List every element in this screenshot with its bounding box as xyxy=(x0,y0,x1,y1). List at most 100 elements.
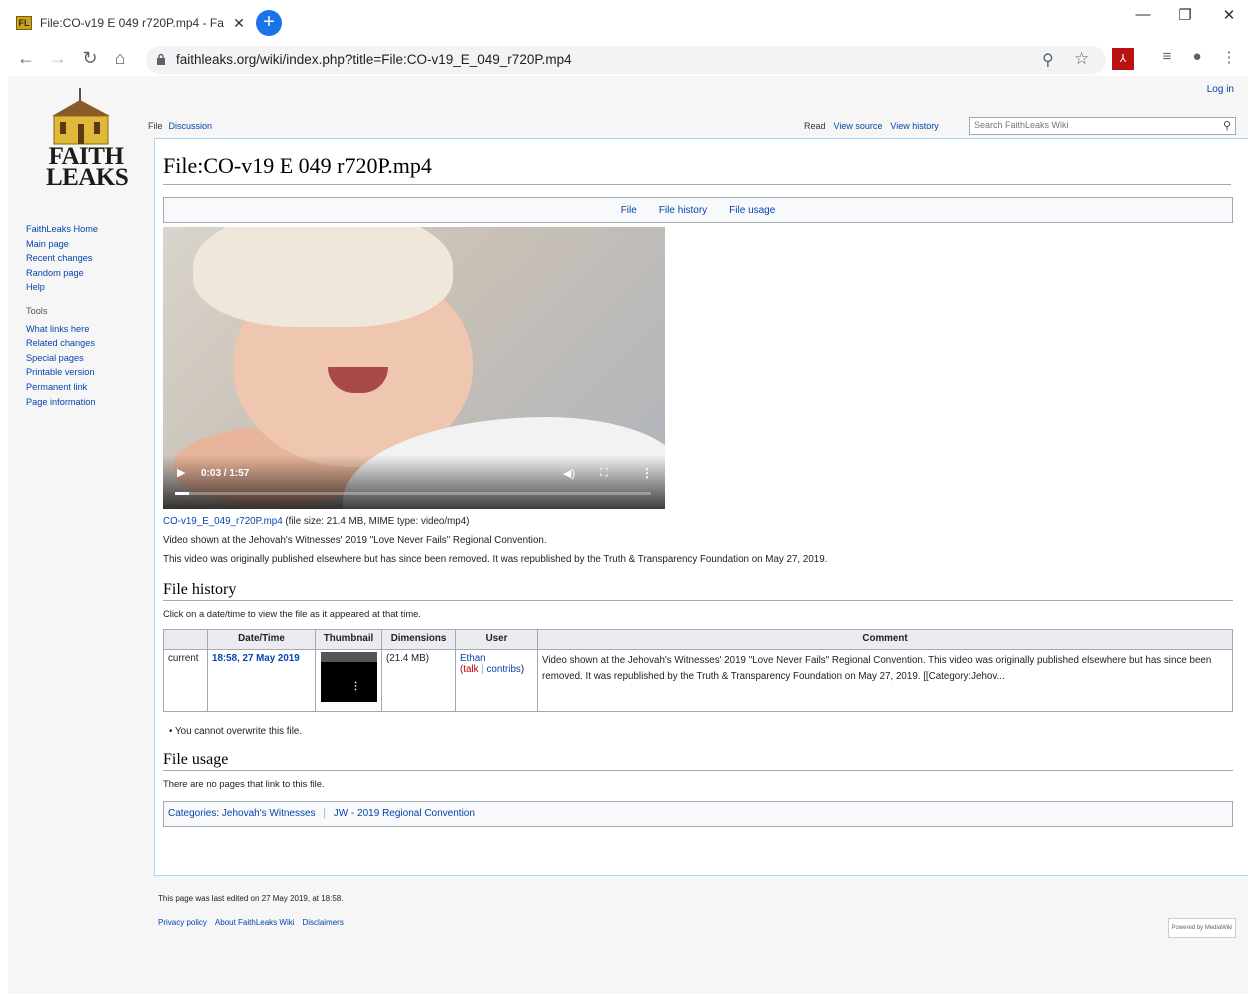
categories-label[interactable]: Categories xyxy=(168,808,216,819)
overwrite-note: • You cannot overwrite this file. xyxy=(169,726,303,737)
url-text: faithleaks.org/wiki/index.php?title=File… xyxy=(176,52,572,67)
zoom-icon[interactable]: ⚲ xyxy=(1042,50,1054,70)
thumbnail-top-band xyxy=(320,652,377,662)
tools-heading: Tools xyxy=(26,305,48,316)
table-row: current 18:58, 27 May 2019 ⋮ (21.4 MB) E… xyxy=(163,649,1233,712)
thumbnail-more-icon: ⋮ xyxy=(350,681,361,692)
sidebar-item-help[interactable]: Help xyxy=(26,280,98,295)
tab-title: File:CO-v19 E 049 r720P.mp4 - Fa xyxy=(40,16,224,30)
bookmark-star-icon[interactable]: ☆ xyxy=(1074,49,1089,69)
file-history-table: Date/Time Thumbnail Dimensions User Comm… xyxy=(163,629,1233,712)
video-player[interactable]: ▶ 0:03 / 1:57 ◀) ⛶ ⋮ xyxy=(163,227,665,509)
category-link-jehovahs-witnesses[interactable]: Jehovah's Witnesses xyxy=(222,808,316,819)
row-talk-link[interactable]: talk xyxy=(463,664,478,675)
category-link-jw-2019-regional-convention[interactable]: JW - 2019 Regional Convention xyxy=(334,808,475,819)
sidebar-item-recent-changes[interactable]: Recent changes xyxy=(26,251,98,266)
logo-line-2: LEAKS xyxy=(46,164,129,191)
menu-icon[interactable]: ⋮ xyxy=(1218,48,1240,70)
wiki-page: Log in FAITH LEAKS FaithLeaks Home Main … xyxy=(8,76,1248,994)
close-tab-icon[interactable]: ✕ xyxy=(230,15,248,32)
sidebar-item-special-pages[interactable]: Special pages xyxy=(26,351,98,366)
file-history-heading: File history xyxy=(163,581,1233,601)
new-tab-button[interactable]: + xyxy=(256,10,282,36)
browser-tab-bar: FL File:CO-v19 E 049 r720P.mp4 - Fa ✕ + … xyxy=(0,0,1248,42)
user-links-close-paren: ) xyxy=(520,664,525,675)
toc-file-usage[interactable]: File usage xyxy=(729,205,775,216)
close-window-icon[interactable]: ✕ xyxy=(1214,6,1244,24)
row-contribs-link[interactable]: contribs xyxy=(487,664,521,675)
footer-link-about[interactable]: About FaithLeaks Wiki xyxy=(215,918,295,927)
file-link[interactable]: CO-v19_E_049_r720P.mp4 xyxy=(163,516,283,527)
footer-links: Privacy policy About FaithLeaks Wiki Dis… xyxy=(158,918,344,927)
footer-link-privacy[interactable]: Privacy policy xyxy=(158,918,207,927)
site-logo[interactable]: FAITH LEAKS xyxy=(26,88,146,196)
sidebar: FaithLeaks Home Main page Recent changes… xyxy=(26,222,98,409)
tab-read[interactable]: Read xyxy=(804,121,826,131)
restore-icon[interactable]: ❐ xyxy=(1170,6,1200,24)
browser-tab[interactable]: FL File:CO-v19 E 049 r720P.mp4 - Fa ✕ xyxy=(16,10,248,36)
login-link[interactable]: Log in xyxy=(1207,84,1234,95)
col-header-thumbnail: Thumbnail xyxy=(315,629,382,650)
tab-view-source[interactable]: View source xyxy=(834,121,883,131)
sidebar-item-main-page[interactable]: Main page xyxy=(26,237,98,252)
col-header-user: User xyxy=(455,629,538,650)
video-progress-bar[interactable] xyxy=(175,492,651,495)
address-bar[interactable]: faithleaks.org/wiki/index.php?title=File… xyxy=(146,46,1106,74)
lock-icon xyxy=(157,53,165,65)
profile-icon[interactable]: ● xyxy=(1186,48,1208,70)
search-icon[interactable]: ⚲ xyxy=(1223,119,1231,132)
history-hint: Click on a date/time to view the file as… xyxy=(163,608,421,619)
sidebar-item-page-information[interactable]: Page information xyxy=(26,395,98,410)
category-separator: | xyxy=(323,808,326,819)
overwrite-note-text: You cannot overwrite this file. xyxy=(174,726,303,737)
file-usage-heading: File usage xyxy=(163,751,1233,771)
col-header-comment: Comment xyxy=(537,629,1233,650)
categories-box: Categories: Jehovah's Witnesses | JW - 2… xyxy=(163,801,1233,827)
main-content: File:CO-v19 E 049 r720P.mp4 File File hi… xyxy=(154,138,1248,876)
sidebar-item-home[interactable]: FaithLeaks Home xyxy=(26,222,98,237)
tab-view-history[interactable]: View history xyxy=(890,121,938,131)
row-dimensions: (21.4 MB) xyxy=(381,649,456,712)
forward-icon[interactable]: → xyxy=(46,48,70,69)
tab-file[interactable]: File xyxy=(148,121,163,131)
pdf-extension-icon[interactable]: ⅄ xyxy=(1112,48,1134,70)
sidebar-item-printable-version[interactable]: Printable version xyxy=(26,365,98,380)
sidebar-item-permanent-link[interactable]: Permanent link xyxy=(26,380,98,395)
toc-file-history[interactable]: File history xyxy=(659,205,707,216)
toc-file[interactable]: File xyxy=(621,205,637,216)
church-icon xyxy=(52,88,110,145)
row-user-link[interactable]: Ethan xyxy=(460,653,486,664)
page-title: File:CO-v19 E 049 r720P.mp4 xyxy=(163,153,1231,185)
row-thumbnail[interactable]: ⋮ xyxy=(320,652,377,702)
sidebar-item-random-page[interactable]: Random page xyxy=(26,266,98,281)
row-status: current xyxy=(163,649,208,712)
sidebar-item-what-links-here[interactable]: What links here xyxy=(26,322,98,337)
play-icon[interactable]: ▶ xyxy=(177,466,185,479)
minimize-icon[interactable]: — xyxy=(1128,6,1158,23)
row-datetime-link[interactable]: 18:58, 27 May 2019 xyxy=(212,653,300,664)
usage-text: There are no pages that link to this fil… xyxy=(163,778,325,789)
search-input[interactable]: Search FaithLeaks Wiki ⚲ xyxy=(969,117,1236,135)
user-links-separator: | xyxy=(481,664,484,675)
table-header-row: Date/Time Thumbnail Dimensions User Comm… xyxy=(163,629,1233,650)
reload-icon[interactable]: ↻ xyxy=(78,48,102,69)
file-info: CO-v19_E_049_r720P.mp4 (file size: 21.4 … xyxy=(163,516,1238,527)
row-comment: Video shown at the Jehovah's Witnesses' … xyxy=(537,649,1233,712)
tab-discussion[interactable]: Discussion xyxy=(169,121,213,131)
col-header-dimensions: Dimensions xyxy=(381,629,456,650)
col-header-datetime: Date/Time xyxy=(207,629,316,650)
home-icon[interactable]: ⌂ xyxy=(108,48,132,69)
fullscreen-icon[interactable]: ⛶ xyxy=(600,467,608,480)
video-controls xyxy=(163,455,665,509)
reading-list-icon[interactable]: ≡ xyxy=(1156,48,1178,70)
powered-by-mediawiki-badge[interactable]: Powered by MediaWiki xyxy=(1168,918,1236,938)
favicon: FL xyxy=(16,16,32,30)
more-options-icon[interactable]: ⋮ xyxy=(641,466,653,480)
video-progress-fill xyxy=(175,492,190,495)
back-icon[interactable]: ← xyxy=(14,48,38,69)
view-tabs: Read View source View history xyxy=(804,121,939,131)
volume-icon[interactable]: ◀) xyxy=(563,467,575,480)
footer-link-disclaimers[interactable]: Disclaimers xyxy=(303,918,344,927)
sidebar-item-related-changes[interactable]: Related changes xyxy=(26,336,98,351)
powered-by-text: Powered by MediaWiki xyxy=(1171,925,1233,931)
